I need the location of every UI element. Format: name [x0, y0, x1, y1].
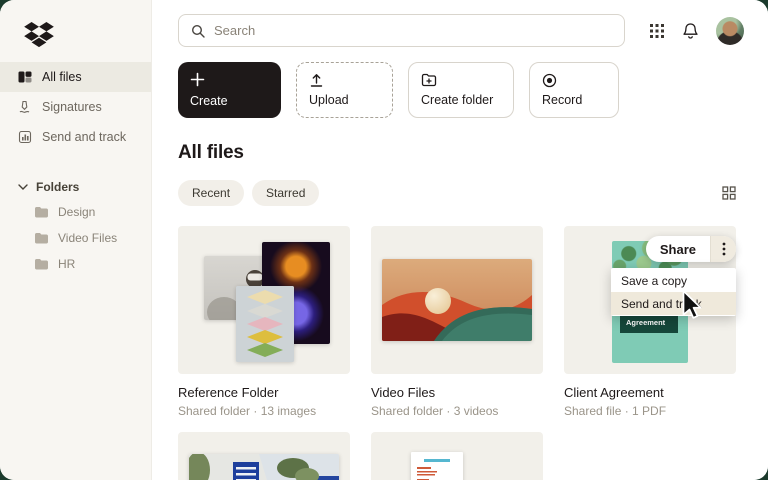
sidebar-folder-video-files[interactable]: Video Files	[0, 228, 151, 248]
folder-plus-icon	[421, 73, 437, 87]
thumbnail-reference-folder[interactable]	[178, 226, 350, 374]
dropbox-window: All files Signatures Send and track Fold…	[0, 0, 768, 480]
card-partial-photo[interactable]	[178, 432, 350, 480]
dropbox-logo-icon[interactable]	[24, 22, 54, 48]
chip-label: Recent	[192, 186, 231, 200]
sidebar-folder-hr[interactable]: HR	[0, 254, 151, 274]
photo-white-buildings	[189, 454, 339, 480]
apps-grid-icon[interactable]	[649, 23, 665, 39]
share-control: Share	[645, 236, 736, 262]
upload-icon	[310, 74, 323, 87]
card-meta: Shared folder · 3 videos	[371, 404, 499, 418]
chip-label: Starred	[266, 186, 306, 200]
sidebar-item-send-and-track[interactable]: Send and track	[0, 122, 151, 152]
thumbnail-client-agreement[interactable]: Client Agreement Share	[564, 226, 736, 374]
card-video-files[interactable]: Video Files Shared folder · 3 videos	[371, 226, 543, 418]
card-meta: Shared folder · 13 images	[178, 404, 317, 418]
card-reference-folder[interactable]: Reference Folder Shared folder · 13 imag…	[178, 226, 350, 418]
signature-pen-icon	[19, 100, 30, 113]
file-grid: Reference Folder Shared folder · 13 imag…	[178, 226, 736, 480]
upload-label: Upload	[309, 93, 349, 107]
thumbnail-partial-photo[interactable]	[178, 432, 350, 480]
all-files-icon	[18, 71, 32, 83]
sidebar-item-label: Signatures	[42, 100, 102, 114]
sidebar-item-label: Send and track	[42, 130, 127, 144]
sidebar-item-label: All files	[42, 70, 82, 84]
context-menu: Save a copy Send and track	[611, 268, 736, 316]
bell-icon[interactable]	[682, 22, 699, 40]
menu-item-send-and-track[interactable]: Send and track	[611, 292, 736, 315]
photo-layer-stack	[236, 286, 294, 362]
sidebar: All files Signatures Send and track Fold…	[0, 0, 152, 480]
search-input[interactable]	[214, 23, 612, 38]
filter-row: Recent Starred	[178, 180, 736, 206]
card-meta: Shared file · 1 PDF	[564, 404, 667, 418]
more-options-button[interactable]	[710, 236, 736, 262]
send-track-chart-icon	[18, 130, 32, 144]
page-title: All files	[178, 142, 244, 163]
folder-label: HR	[58, 257, 76, 271]
card-title: Client Agreement	[564, 385, 664, 400]
folder-icon	[35, 233, 48, 244]
photo-abstract-waves	[382, 259, 532, 341]
search-icon	[191, 24, 205, 38]
search-bar[interactable]	[178, 14, 625, 47]
content-column: All files Recent Starred Reference Folde…	[178, 142, 736, 480]
create-folder-label: Create folder	[421, 93, 494, 107]
action-buttons: Create Upload Create folder Record	[178, 62, 744, 118]
record-label: Record	[542, 93, 583, 107]
folder-label: Video Files	[58, 231, 118, 245]
sidebar-nav: All files Signatures Send and track	[0, 62, 151, 152]
folder-icon	[35, 259, 48, 270]
create-button[interactable]: Create	[178, 62, 281, 118]
record-button[interactable]: Record	[529, 62, 619, 118]
card-client-agreement[interactable]: Client Agreement Share	[564, 226, 736, 418]
filter-chip-starred[interactable]: Starred	[252, 180, 320, 206]
thumbnail-partial-document[interactable]	[371, 432, 543, 480]
folder-label: Design	[58, 205, 96, 219]
grid-view-icon	[722, 186, 736, 200]
card-title: Reference Folder	[178, 385, 279, 400]
sidebar-item-signatures[interactable]: Signatures	[0, 92, 151, 122]
topbar-icons	[649, 16, 744, 45]
chevron-down-icon	[18, 184, 28, 190]
card-partial-document[interactable]	[371, 432, 543, 480]
kebab-icon	[722, 242, 725, 256]
folder-icon	[35, 207, 48, 218]
share-button[interactable]: Share	[646, 236, 710, 262]
filter-chip-recent[interactable]: Recent	[178, 180, 245, 206]
folders-label: Folders	[36, 180, 80, 194]
main-area: Create Upload Create folder	[152, 0, 768, 480]
grid-view-toggle[interactable]	[722, 186, 736, 200]
record-icon	[542, 73, 557, 88]
topbar	[178, 14, 744, 47]
mouse-cursor	[682, 290, 702, 319]
avatar[interactable]	[716, 16, 744, 45]
upload-button[interactable]: Upload	[296, 62, 393, 118]
sidebar-folders-header[interactable]: Folders	[0, 178, 151, 196]
create-folder-button[interactable]: Create folder	[408, 62, 514, 118]
sidebar-folder-design[interactable]: Design	[0, 202, 151, 222]
create-label: Create	[190, 94, 228, 108]
menu-item-save-a-copy[interactable]: Save a copy	[611, 269, 736, 292]
card-title: Video Files	[371, 385, 436, 400]
thumbnail-video-files[interactable]	[371, 226, 543, 374]
sidebar-item-all-files[interactable]: All files	[0, 62, 151, 92]
plus-icon	[190, 72, 205, 87]
document-preview	[411, 452, 463, 480]
